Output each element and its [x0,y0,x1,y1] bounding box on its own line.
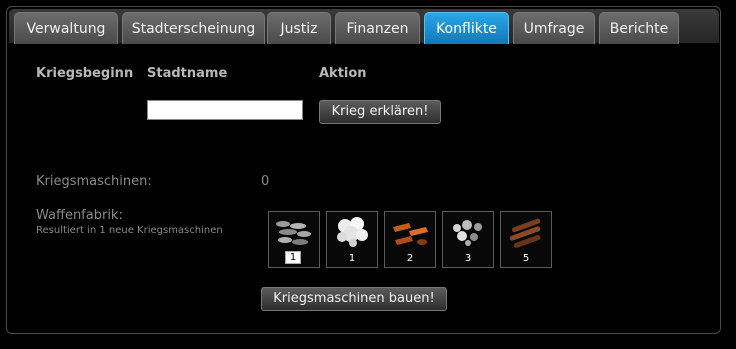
build-war-machines-button[interactable]: Kriegsmaschinen bauen! [261,287,447,311]
cotton-icon [337,217,368,247]
war-machines-label: Kriegsmaschinen: [36,174,152,189]
resource-amount: 3 [464,253,472,264]
col-header-kriegsbeginn: Kriegsbeginn [36,66,134,81]
copper-icon [393,223,428,245]
col-header-stadtname: Stadtname [147,66,228,81]
tab-umfrage[interactable]: Umfrage [513,12,595,44]
resource-slot-stone[interactable]: 1 [268,211,320,268]
resource-amount: 2 [406,253,414,264]
city-name-input[interactable] [147,100,303,120]
resource-slot-copper[interactable]: 2 [384,211,436,268]
resource-amount: 5 [522,253,530,264]
tab-berichte[interactable]: Berichte [599,12,679,44]
col-header-aktion: Aktion [319,66,367,81]
conflicts-panel [6,6,721,334]
resource-slot-ore[interactable]: 3 [442,211,494,268]
resource-amount: 1 [348,253,356,264]
weapon-factory-label: Waffenfabrik: [36,208,123,223]
stone-pile-icon [276,221,311,245]
tab-stadterscheinung[interactable]: Stadterscheinung [122,12,265,44]
declare-war-button[interactable]: Krieg erklären! [319,100,441,124]
tab-bar: Verwaltung Stadterscheinung Justiz Finan… [9,9,719,44]
resource-slot-cotton[interactable]: 1 [326,211,378,268]
tab-konflikte[interactable]: Konflikte [424,12,509,44]
wood-logs-icon [509,218,541,248]
ore-icon [453,220,482,246]
resource-slot-wood[interactable]: 5 [500,211,552,268]
tab-finanzen[interactable]: Finanzen [335,12,420,44]
resource-amount: 1 [285,251,301,264]
war-machines-count: 0 [261,174,270,189]
weapon-factory-subtitle: Resultiert in 1 neue Kriegsmaschinen [36,225,223,236]
tab-verwaltung[interactable]: Verwaltung [14,12,118,44]
tab-justiz[interactable]: Justiz [267,12,331,44]
